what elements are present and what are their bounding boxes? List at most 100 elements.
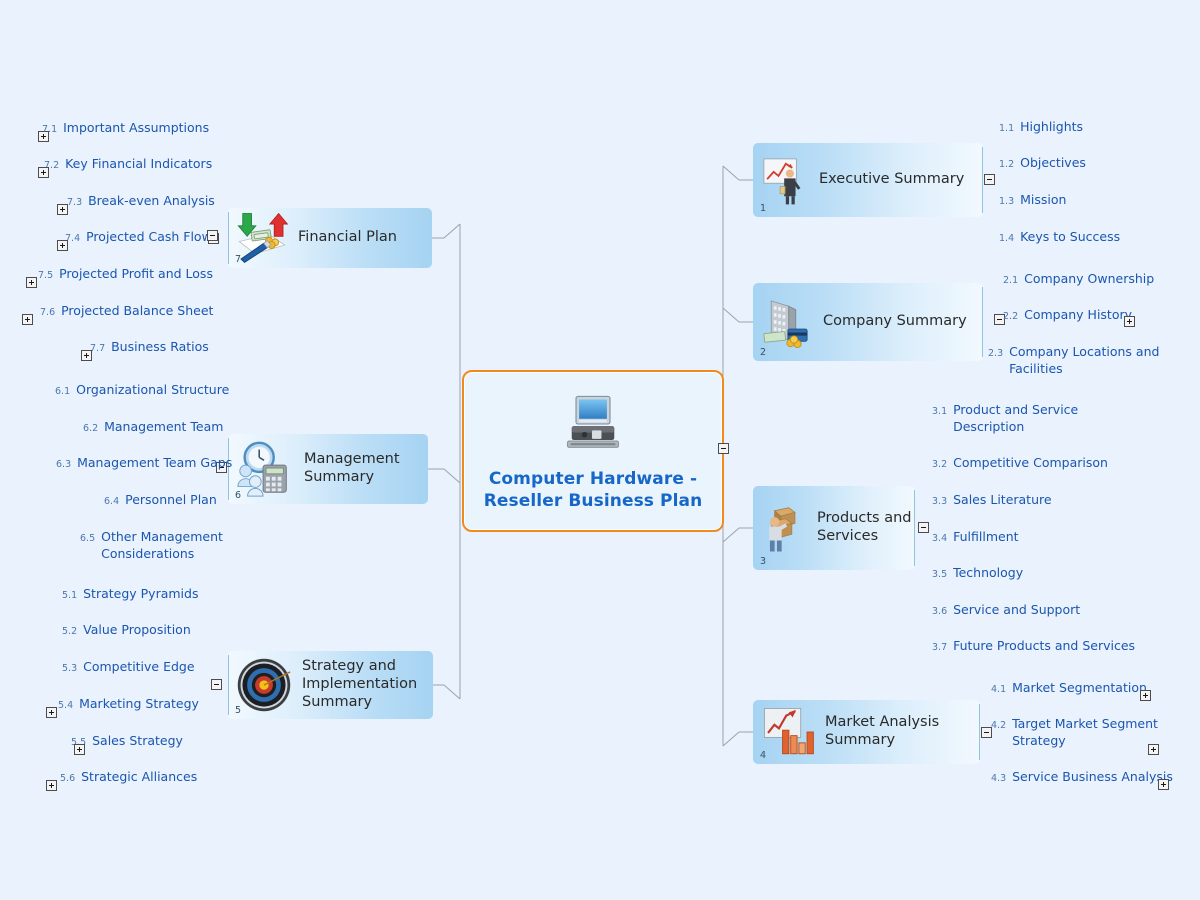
leaf-expand-toggle-2.2[interactable] bbox=[1124, 316, 1135, 327]
leaf-number-1.1: 1.1 bbox=[999, 123, 1015, 134]
mindmap-canvas: Computer Hardware - Reseller Business Pl… bbox=[0, 0, 1200, 900]
leaf-item-1.2[interactable]: 1.2 Objectives bbox=[999, 155, 1086, 172]
branch-edge bbox=[228, 655, 229, 715]
leaf-item-4.2[interactable]: 4.2 Target Market Segment Strategy bbox=[991, 716, 1158, 749]
leaf-item-4.1[interactable]: 4.1 Market Segmentation bbox=[991, 680, 1147, 697]
leaf-number-7.7: 7.7 bbox=[90, 343, 106, 354]
leaf-item-5.3[interactable]: 5.3 Competitive Edge bbox=[62, 659, 195, 676]
leaf-label-6.1: Organizational Structure bbox=[76, 382, 230, 397]
leaf-label-5.6: Strategic Alliances bbox=[81, 769, 198, 784]
leaf-item-3.5[interactable]: 3.5 Technology bbox=[932, 565, 1023, 582]
branch-icon-bar-chart-growth-icon bbox=[759, 703, 817, 761]
leaf-item-5.1[interactable]: 5.1 Strategy Pyramids bbox=[62, 586, 198, 603]
branch-edge bbox=[979, 704, 980, 760]
leaf-item-1.1[interactable]: 1.1 Highlights bbox=[999, 119, 1083, 136]
leaf-number-4.3: 4.3 bbox=[991, 773, 1007, 784]
leaf-item-2.3[interactable]: 2.3 Company Locations and Facilities bbox=[988, 344, 1159, 377]
branch-node-3[interactable]: Products and Services 3 bbox=[753, 486, 915, 570]
leaf-label-6.5: Other Management Considerations bbox=[101, 529, 223, 561]
leaf-item-6.4[interactable]: 6.4 Personnel Plan bbox=[104, 492, 217, 509]
leaf-label-7.1: Important Assumptions bbox=[63, 120, 210, 135]
leaf-item-6.3[interactable]: 6.3 Management Team Gaps bbox=[56, 455, 232, 472]
leaf-number-1.4: 1.4 bbox=[999, 233, 1015, 244]
branch-node-2[interactable]: Company Summary 2 bbox=[753, 283, 983, 361]
branch-number-2: 2 bbox=[760, 347, 767, 358]
leaf-expand-toggle-4.2[interactable] bbox=[1148, 744, 1159, 755]
branch-icon-target-bullseye-icon bbox=[234, 655, 294, 715]
leaf-item-3.1[interactable]: 3.1 Product and Service Description bbox=[932, 402, 1078, 435]
leaf-label-1.2: Objectives bbox=[1020, 155, 1086, 170]
leaf-item-1.3[interactable]: 1.3 Mission bbox=[999, 192, 1066, 209]
branch-edge bbox=[982, 147, 983, 213]
branch-edge bbox=[914, 490, 915, 566]
branch-node-5[interactable]: Strategy and Implementation Summary 5 bbox=[228, 651, 433, 719]
leaf-item-3.3[interactable]: 3.3 Sales Literature bbox=[932, 492, 1052, 509]
branch-node-1[interactable]: Executive Summary 1 bbox=[753, 143, 983, 217]
branch-node-6[interactable]: Management Summary 6 bbox=[228, 434, 428, 504]
leaf-item-3.2[interactable]: 3.2 Competitive Comparison bbox=[932, 455, 1108, 472]
leaf-label-2.1: Company Ownership bbox=[1024, 271, 1155, 286]
leaf-item-5.4[interactable]: 5.4 Marketing Strategy bbox=[58, 696, 199, 713]
branch-label-2: Company Summary bbox=[823, 313, 967, 330]
leaf-expand-toggle-5.4[interactable] bbox=[46, 707, 57, 718]
leaf-item-7.5[interactable]: 7.5 Projected Profit and Loss bbox=[38, 266, 213, 283]
leaf-item-6.5[interactable]: 6.5 Other Management Considerations bbox=[80, 529, 223, 562]
leaf-expand-toggle-7.3[interactable] bbox=[57, 204, 68, 215]
leaf-item-3.7[interactable]: 3.7 Future Products and Services bbox=[932, 638, 1135, 655]
leaf-label-3.4: Fulfillment bbox=[953, 529, 1019, 544]
leaf-number-6.3: 6.3 bbox=[56, 459, 72, 470]
leaf-expand-toggle-4.1[interactable] bbox=[1140, 690, 1151, 701]
branch-number-3: 3 bbox=[760, 556, 767, 567]
leaf-item-3.6[interactable]: 3.6 Service and Support bbox=[932, 602, 1080, 619]
branch-node-4[interactable]: Market Analysis Summary 4 bbox=[753, 700, 980, 764]
branch-collapse-toggle-5[interactable] bbox=[211, 679, 222, 690]
leaf-item-7.6[interactable]: 7.6 Projected Balance Sheet bbox=[40, 303, 213, 320]
leaf-collapse-toggle-7.4[interactable] bbox=[207, 230, 218, 241]
leaf-label-5.5: Sales Strategy bbox=[92, 733, 183, 748]
leaf-expand-toggle-7.4[interactable] bbox=[57, 240, 68, 251]
leaf-number-5.4: 5.4 bbox=[58, 700, 74, 711]
branch-edge bbox=[228, 212, 229, 264]
leaf-label-2.2: Company History bbox=[1024, 307, 1133, 322]
leaf-item-2.1[interactable]: 2.1 Company Ownership bbox=[1003, 271, 1154, 288]
page-title: Computer Hardware - Reseller Business Pl… bbox=[483, 468, 703, 511]
leaf-item-7.2[interactable]: 7.2 Key Financial Indicators bbox=[44, 156, 212, 173]
branch-number-5: 5 bbox=[235, 705, 242, 716]
leaf-expand-toggle-4.3[interactable] bbox=[1158, 779, 1169, 790]
leaf-label-5.1: Strategy Pyramids bbox=[83, 586, 199, 601]
branch-collapse-toggle-1[interactable] bbox=[984, 174, 995, 185]
leaf-item-5.5[interactable]: 5.5 Sales Strategy bbox=[71, 733, 183, 750]
leaf-item-5.6[interactable]: 5.6 Strategic Alliances bbox=[60, 769, 197, 786]
leaf-item-7.1[interactable]: 7.1 Important Assumptions bbox=[42, 120, 209, 137]
leaf-item-1.4[interactable]: 1.4 Keys to Success bbox=[999, 229, 1120, 246]
leaf-expand-toggle-7.7[interactable] bbox=[81, 350, 92, 361]
leaf-expand-toggle-7.6[interactable] bbox=[22, 314, 33, 325]
leaf-number-7.3: 7.3 bbox=[67, 197, 83, 208]
leaf-item-7.7[interactable]: 7.7 Business Ratios bbox=[90, 339, 209, 356]
leaf-number-3.2: 3.2 bbox=[932, 459, 948, 470]
leaf-label-1.1: Highlights bbox=[1020, 119, 1084, 134]
leaf-expand-toggle-5.5[interactable] bbox=[74, 744, 85, 755]
leaf-item-7.4[interactable]: 7.4 Projected Cash Flow bbox=[65, 229, 212, 246]
leaf-expand-toggle-7.1[interactable] bbox=[38, 131, 49, 142]
leaf-expand-toggle-7.2[interactable] bbox=[38, 167, 49, 178]
branch-collapse-toggle-3[interactable] bbox=[918, 522, 929, 533]
branch-node-7[interactable]: Financial Plan 7 bbox=[228, 208, 432, 268]
leaf-item-6.1[interactable]: 6.1 Organizational Structure bbox=[55, 382, 229, 399]
branch-label-3: Products and Services bbox=[817, 510, 912, 544]
leaf-item-3.4[interactable]: 3.4 Fulfillment bbox=[932, 529, 1019, 546]
leaf-item-7.3[interactable]: 7.3 Break-even Analysis bbox=[67, 193, 215, 210]
central-collapse-toggle[interactable] bbox=[718, 443, 729, 454]
leaf-expand-toggle-5.6[interactable] bbox=[46, 780, 57, 791]
leaf-expand-toggle-7.5[interactable] bbox=[26, 277, 37, 288]
leaf-item-2.2[interactable]: 2.2 Company History bbox=[1003, 307, 1132, 324]
leaf-number-6.5: 6.5 bbox=[80, 533, 96, 544]
central-node[interactable]: Computer Hardware - Reseller Business Pl… bbox=[462, 370, 724, 532]
leaf-item-6.2[interactable]: 6.2 Management Team bbox=[83, 419, 223, 436]
leaf-label-4.3: Service Business Analysis bbox=[1012, 769, 1173, 784]
leaf-number-7.6: 7.6 bbox=[40, 307, 56, 318]
leaf-item-5.2[interactable]: 5.2 Value Proposition bbox=[62, 622, 191, 639]
leaf-label-7.5: Projected Profit and Loss bbox=[59, 266, 213, 281]
leaf-item-4.3[interactable]: 4.3 Service Business Analysis bbox=[991, 769, 1173, 786]
leaf-number-4.1: 4.1 bbox=[991, 684, 1007, 695]
